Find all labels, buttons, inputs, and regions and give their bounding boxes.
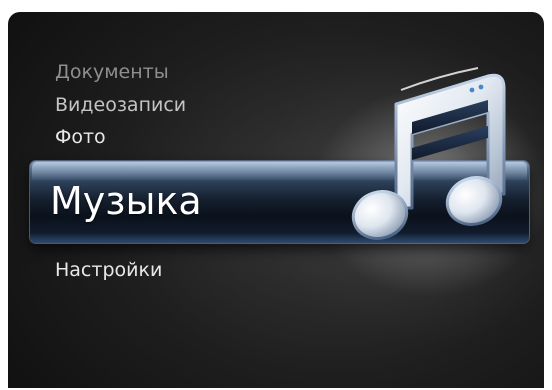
menu-item-documents[interactable]: Документы [55, 61, 169, 83]
media-menu-screen: Документы Видеозаписи Фото Музыка Настро… [8, 12, 544, 388]
selected-item-label: Музыка [50, 179, 202, 223]
menu-item-photos[interactable]: Фото [55, 126, 106, 148]
music-note-icon [351, 67, 506, 240]
menu-item-videos[interactable]: Видеозаписи [55, 94, 186, 116]
menu-item-settings[interactable]: Настройки [55, 259, 162, 281]
